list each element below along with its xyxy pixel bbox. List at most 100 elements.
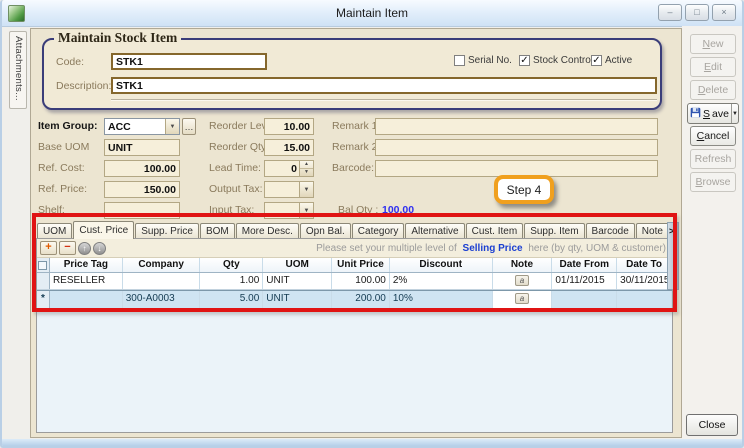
selling-price-link[interactable]: Selling Price — [463, 243, 523, 254]
base-uom-value: UNIT — [108, 142, 133, 154]
spinner-down-icon[interactable]: ▼ — [300, 169, 313, 176]
code-field[interactable]: STK1 — [111, 53, 267, 70]
save-main[interactable]: Save — [688, 107, 731, 121]
output-tax-dropdown-icon[interactable]: ▼ — [299, 182, 313, 197]
tab-strip: UOM Cust. Price Supp. Price BOM More Des… — [36, 221, 673, 239]
tab-note[interactable]: Note — [636, 223, 669, 239]
attachments-tab[interactable]: Attachments... — [9, 31, 27, 109]
lead-time-field[interactable]: 0 ▲ ▼ — [264, 160, 314, 177]
remark1-label: Remark 1: — [332, 120, 380, 132]
item-group-value: ACC — [108, 121, 131, 133]
hint-prefix: Please set your multiple level of — [316, 243, 457, 254]
cancel-button[interactable]: Cancel — [690, 126, 736, 146]
tab-supp-price[interactable]: Supp. Price — [135, 223, 199, 239]
tab-more-desc[interactable]: More Desc. — [236, 223, 299, 239]
input-tax-label: Input Tax: — [209, 204, 254, 216]
col-date-to[interactable]: Date To — [617, 258, 672, 272]
cell-note: a — [493, 291, 553, 308]
remark2-label: Remark 2: — [332, 141, 380, 153]
save-icon — [690, 107, 701, 121]
add-row-icon[interactable]: + — [40, 241, 57, 255]
tab-panel: UOM Cust. Price Supp. Price BOM More Des… — [36, 221, 673, 433]
remark1-field[interactable] — [375, 118, 658, 135]
col-uom[interactable]: UOM — [263, 258, 332, 272]
cell-price-tag — [50, 291, 123, 308]
new-button[interactable]: New — [690, 34, 736, 54]
maximize-icon[interactable]: □ — [685, 4, 709, 21]
shelf-field[interactable] — [104, 202, 180, 219]
row-selector-header — [37, 258, 50, 272]
table-row-selected[interactable]: * 300-A0003 5.00 UNIT 200.00 10% a — [37, 290, 672, 309]
tab-alternative[interactable]: Alternative — [405, 223, 464, 239]
row-marker: * — [37, 291, 50, 308]
reorder-level-field[interactable]: 10.00 — [264, 118, 314, 135]
ellipsis-icon: … — [185, 122, 194, 132]
lead-time-value: 0 — [291, 163, 297, 175]
tab-category[interactable]: Category — [352, 223, 405, 239]
window-controls: – □ × — [658, 4, 736, 21]
tab-barcode[interactable]: Barcode — [586, 223, 635, 239]
tab-cust-item[interactable]: Cust. Item — [466, 223, 524, 239]
col-company[interactable]: Company — [123, 258, 201, 272]
col-price-tag[interactable]: Price Tag — [50, 258, 123, 272]
item-group-dropdown-icon[interactable]: ▼ — [165, 119, 179, 134]
cell-company: 300-A0003 — [123, 291, 201, 308]
input-tax-dropdown-icon[interactable]: ▼ — [299, 203, 313, 218]
titlebar: Maintain Item – □ × — [2, 0, 742, 27]
delete-button[interactable]: Delete — [690, 80, 736, 100]
shelf-label: Shelf: — [38, 204, 65, 216]
save-dropdown-icon[interactable]: ▼ — [731, 104, 738, 123]
cell-unit-price: 200.00 — [332, 291, 390, 308]
serial-no-label: Serial No. — [468, 55, 512, 66]
close-icon[interactable]: × — [712, 4, 736, 21]
remark2-field[interactable] — [375, 139, 658, 156]
tab-supp-item[interactable]: Supp. Item — [524, 223, 584, 239]
step-badge: Step 4 — [494, 175, 554, 204]
tab-bom[interactable]: BOM — [200, 223, 235, 239]
tab-uom[interactable]: UOM — [37, 223, 72, 239]
spinner-up-icon[interactable]: ▲ — [300, 161, 313, 169]
input-tax-combo[interactable]: ▼ — [264, 202, 314, 219]
lead-time-spinner[interactable]: ▲ ▼ — [299, 161, 313, 176]
cell-price-tag: RESELLER — [50, 273, 123, 289]
refresh-button[interactable]: Refresh — [690, 149, 736, 169]
maintain-item-window: Maintain Item – □ × Attachments... Maint… — [0, 0, 744, 448]
browse-button[interactable]: Browse — [690, 172, 736, 192]
reorder-qty-label: Reorder Qty: — [209, 141, 269, 153]
base-uom-field[interactable]: UNIT — [104, 139, 180, 156]
active-checkbox[interactable]: ✓ Active — [591, 55, 632, 66]
note-editor-button[interactable]: a — [515, 275, 529, 286]
col-date-from[interactable]: Date From — [552, 258, 617, 272]
move-down-icon[interactable]: ↓ — [93, 242, 106, 255]
save-button[interactable]: Save ▼ — [687, 103, 739, 124]
tab-opn-bal[interactable]: Opn Bal. — [300, 223, 351, 239]
col-note[interactable]: Note — [493, 258, 553, 272]
cell-date-to — [617, 291, 672, 308]
tab-cust-price[interactable]: Cust. Price — [73, 221, 134, 239]
stock-control-checkbox[interactable]: ✓ Stock Control — [519, 55, 593, 66]
selling-price-hint: Please set your multiple level of Sellin… — [316, 243, 669, 254]
reorder-level-value: 10.00 — [284, 121, 310, 133]
tab-scroll-icon[interactable]: > — [669, 226, 674, 236]
base-uom-label: Base UOM — [38, 141, 89, 153]
move-up-icon[interactable]: ↑ — [78, 242, 91, 255]
remove-row-icon[interactable]: − — [59, 241, 76, 255]
description-field[interactable]: STK1 — [111, 77, 657, 94]
cell-company — [123, 273, 201, 289]
close-button[interactable]: Close — [686, 414, 738, 436]
cell-qty: 5.00 — [200, 291, 263, 308]
col-discount[interactable]: Discount — [390, 258, 493, 272]
edit-button[interactable]: Edit — [690, 57, 736, 77]
item-group-browse-button[interactable]: … — [182, 118, 196, 135]
serial-no-checkbox[interactable]: Serial No. — [454, 55, 512, 66]
ref-cost-field[interactable]: 100.00 — [104, 160, 180, 177]
col-unit-price[interactable]: Unit Price — [332, 258, 390, 272]
output-tax-combo[interactable]: ▼ — [264, 181, 314, 198]
reorder-qty-field[interactable]: 15.00 — [264, 139, 314, 156]
item-group-combo[interactable]: ACC ▼ — [104, 118, 180, 135]
minimize-icon[interactable]: – — [658, 4, 682, 21]
note-editor-button[interactable]: a — [515, 293, 529, 304]
table-row[interactable]: RESELLER 1.00 UNIT 100.00 2% a 01/11/201… — [37, 273, 672, 290]
ref-price-field[interactable]: 150.00 — [104, 181, 180, 198]
col-qty[interactable]: Qty — [200, 258, 263, 272]
